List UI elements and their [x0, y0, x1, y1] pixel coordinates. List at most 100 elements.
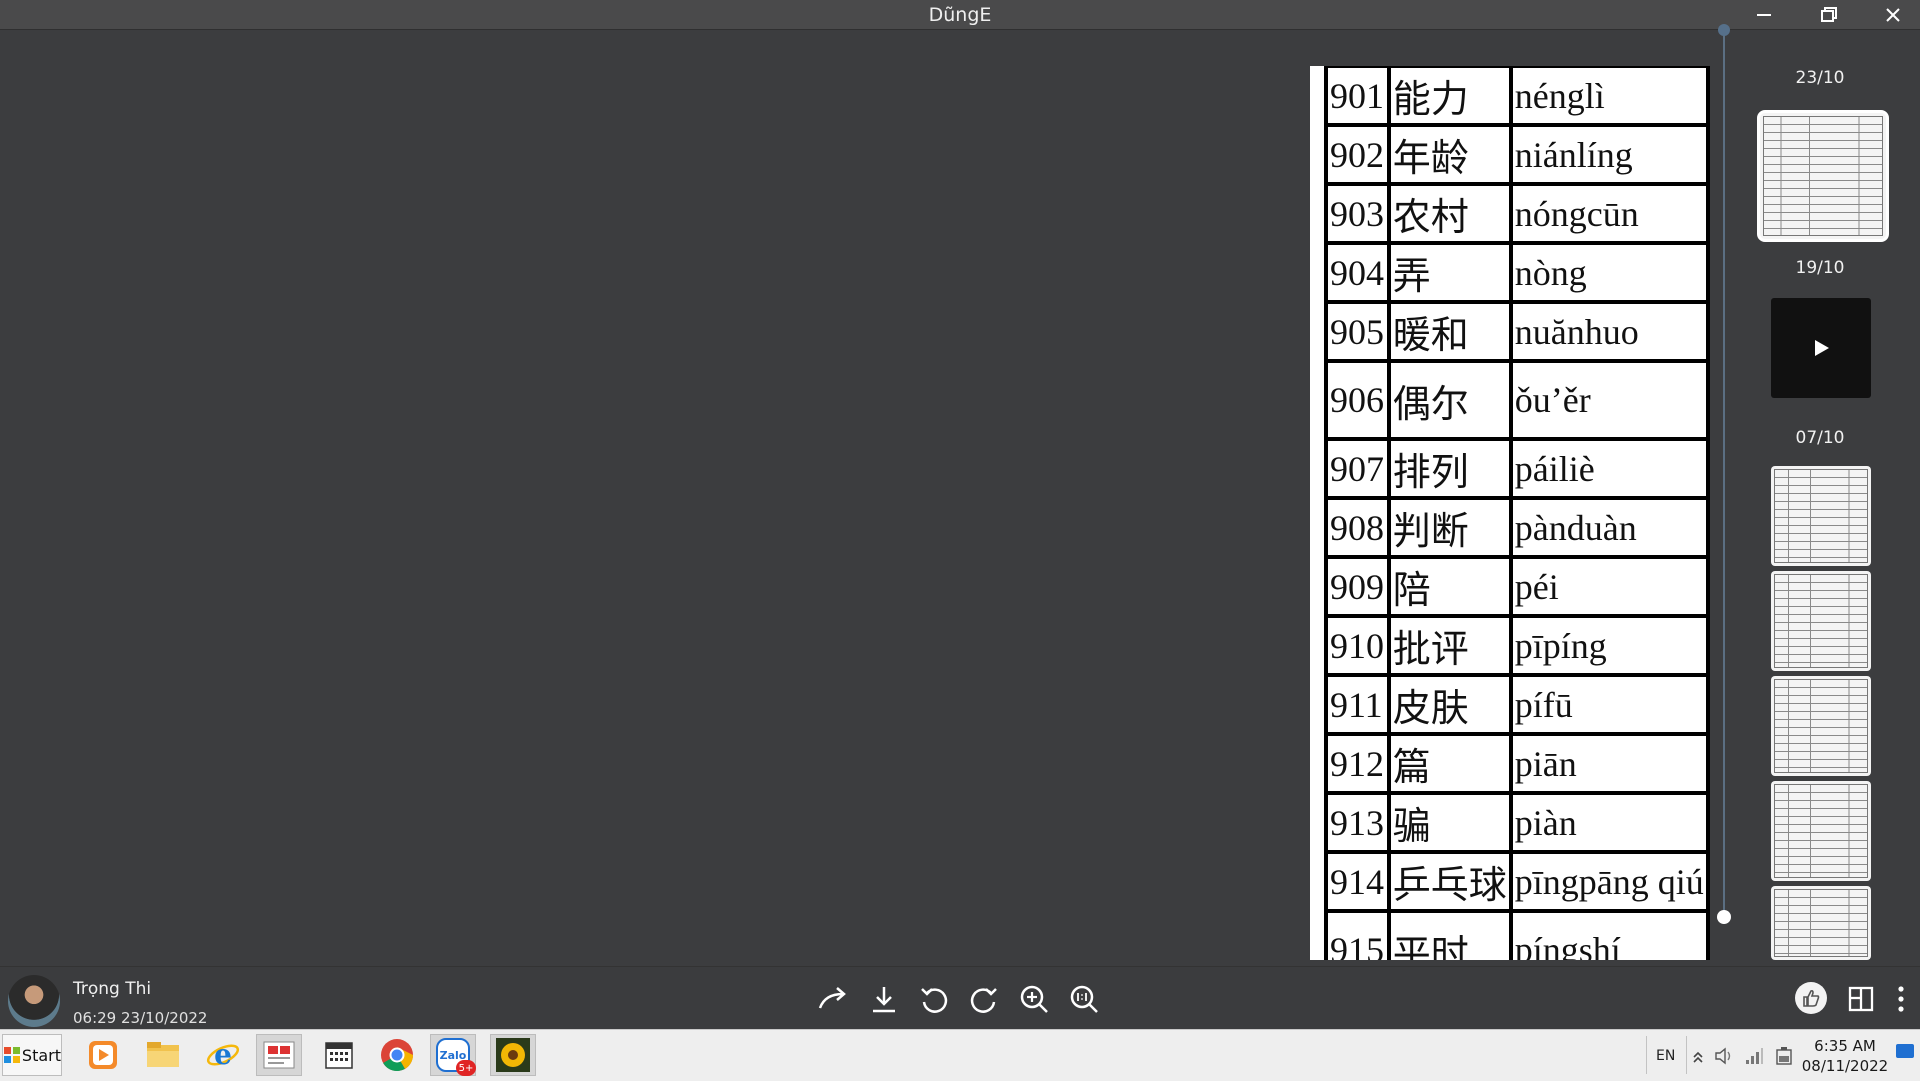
vocab-number: 915 [1324, 909, 1391, 960]
vocab-hanzi: 皮肤 [1386, 673, 1513, 736]
play-icon [1815, 340, 1829, 356]
scrollbar-top-marker[interactable] [1718, 24, 1730, 36]
vocab-number: 910 [1324, 614, 1391, 677]
vocab-number: 909 [1324, 555, 1391, 618]
tray-divider [1686, 1036, 1687, 1074]
vocab-hanzi: 乒乓球 [1386, 850, 1513, 913]
close-button[interactable] [1869, 0, 1917, 29]
vocab-row: 906 偶尔 ǒu’ěr [1324, 359, 1710, 441]
thumbnail-strip: 23/10 19/10 07/10 [1750, 30, 1920, 966]
taskbar-dictionary-app[interactable] [256, 1034, 302, 1076]
vocab-pinyin: páiliè [1508, 437, 1710, 500]
thumbnail-image[interactable] [1771, 466, 1871, 566]
vocab-hanzi: 能力 [1386, 66, 1513, 127]
vocab-pinyin: nòng [1508, 241, 1710, 304]
vocab-number: 914 [1324, 850, 1391, 913]
rotate-right-icon [970, 988, 997, 1013]
actual-size-icon [1070, 985, 1098, 1013]
photo-icon [496, 1038, 530, 1072]
restore-button[interactable] [1805, 0, 1853, 29]
vocab-row: 901 能力 nénglì [1324, 66, 1710, 127]
taskbar-internet-explorer[interactable]: e [200, 1034, 246, 1076]
vocab-row: 908 判断 pànduàn [1324, 496, 1710, 559]
vocab-hanzi: 农村 [1386, 182, 1513, 245]
vocab-pinyin: pīngpāng qiú [1508, 850, 1710, 913]
thumbnail-image[interactable] [1757, 110, 1889, 242]
network-icon[interactable] [1744, 1046, 1764, 1066]
vocab-hanzi: 判断 [1386, 496, 1513, 559]
vocab-pinyin: piān [1508, 732, 1710, 795]
share-icon [818, 987, 846, 1009]
rotate-right-button[interactable] [964, 981, 1004, 1017]
thumbnail-image[interactable] [1771, 886, 1871, 960]
vocab-row: 907 排列 páiliè [1324, 437, 1710, 500]
windows-logo-icon [4, 1047, 20, 1063]
taskbar-media-player[interactable] [80, 1034, 126, 1076]
thumbnail-image[interactable] [1771, 676, 1871, 776]
thumbnail-image[interactable] [1771, 781, 1871, 881]
vocab-row: 903 农村 nóngcūn [1324, 182, 1710, 245]
taskbar-chrome[interactable] [374, 1034, 420, 1076]
vocab-hanzi: 批评 [1386, 614, 1513, 677]
tray-divider [1646, 1036, 1647, 1074]
volume-icon[interactable] [1714, 1046, 1734, 1066]
thumbnail-date-label: 19/10 [1795, 258, 1845, 278]
clock[interactable]: 6:35 AM 08/11/2022 [1800, 1036, 1890, 1076]
taskbar-photo[interactable] [490, 1034, 536, 1076]
dictionary-app-icon [263, 1041, 295, 1069]
share-button[interactable] [814, 981, 854, 1017]
vocab-pinyin: pífū [1508, 673, 1710, 736]
zoom-in-button[interactable] [1014, 981, 1054, 1017]
vocab-hanzi: 弄 [1386, 241, 1513, 304]
minimize-icon [1757, 13, 1771, 16]
vocab-row: 915 平时 píngshí [1324, 909, 1710, 960]
thumbnail-table-preview [1774, 469, 1868, 563]
vocab-hanzi: 暖和 [1386, 300, 1513, 363]
clock-time: 6:35 AM [1814, 1037, 1876, 1055]
more-button[interactable] [1881, 981, 1920, 1017]
language-indicator[interactable]: EN [1656, 1030, 1675, 1081]
thumbnail-table-preview [1763, 116, 1883, 236]
battery-icon[interactable] [1774, 1046, 1794, 1066]
vertical-scrollbar[interactable] [1723, 30, 1725, 924]
window-title: DũngE [928, 4, 992, 26]
thumbnail-date-label: 23/10 [1795, 68, 1845, 88]
thumbnail-table-preview [1774, 574, 1868, 668]
language-label: EN [1656, 1047, 1676, 1064]
vocab-hanzi: 排列 [1386, 437, 1513, 500]
vocab-pinyin: pànduàn [1508, 496, 1710, 559]
download-button[interactable] [864, 981, 904, 1017]
zoom-in-icon [1020, 985, 1048, 1013]
taskbar-zalo[interactable]: Zalo 5+ [430, 1034, 476, 1076]
start-button[interactable]: Start [2, 1034, 62, 1076]
like-button[interactable] [1795, 982, 1827, 1014]
vocab-hanzi: 陪 [1386, 555, 1513, 618]
vocab-hanzi: 偶尔 [1386, 359, 1513, 441]
actual-size-button[interactable] [1064, 981, 1104, 1017]
notification-center-icon[interactable] [1896, 1044, 1914, 1058]
vocab-number: 902 [1324, 123, 1391, 186]
vocab-pinyin: piàn [1508, 791, 1710, 854]
calendar-icon [325, 1042, 353, 1069]
layout-button[interactable] [1841, 981, 1881, 1017]
thumbnail-date-label: 07/10 [1795, 428, 1845, 448]
start-label: Start [21, 1045, 61, 1065]
vocab-pinyin: nénglì [1508, 66, 1710, 127]
minimize-button[interactable] [1740, 0, 1788, 29]
avatar[interactable] [8, 975, 60, 1027]
chevron-up-icon[interactable] [1692, 1048, 1704, 1064]
thumbnail-table-preview [1774, 889, 1868, 957]
scrollbar-thumb[interactable] [1717, 910, 1731, 924]
thumbnail-image[interactable] [1771, 571, 1871, 671]
restore-icon [1821, 6, 1837, 22]
rotate-left-icon [921, 988, 948, 1013]
taskbar-calendar[interactable] [316, 1034, 362, 1076]
taskbar-file-explorer[interactable] [140, 1034, 186, 1076]
vocab-number: 907 [1324, 437, 1391, 500]
media-player-icon [89, 1041, 117, 1069]
thumbnail-table-preview [1774, 784, 1868, 878]
title-bar: DũngE [0, 0, 1920, 30]
thumbnail-video[interactable] [1771, 298, 1871, 398]
rotate-left-button[interactable] [914, 981, 954, 1017]
document-image[interactable]: 901 能力 nénglì 902 年龄 niánlíng 903 农村 nóngcūn 904 弄… [1310, 66, 1710, 960]
